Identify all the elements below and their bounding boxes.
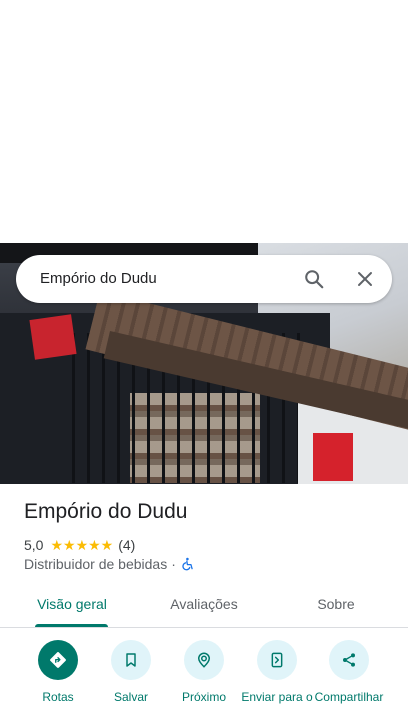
rating-row[interactable]: 5,0 ★★★★★ (4) (24, 536, 135, 554)
directions-icon (38, 640, 78, 680)
bookmark-icon (111, 640, 151, 680)
directions-button[interactable]: Rotas (21, 640, 95, 704)
send-to-phone-icon (257, 640, 297, 680)
map-area-blank (0, 0, 408, 243)
close-icon[interactable] (351, 265, 379, 293)
review-count[interactable]: (4) (118, 537, 135, 553)
tab-about[interactable]: Sobre (304, 584, 368, 628)
send-to-phone-button[interactable]: Enviar para o (240, 640, 314, 704)
directions-label: Rotas (42, 690, 74, 704)
share-icon (329, 640, 369, 680)
category-row: Distribuidor de bebidas · (24, 555, 196, 573)
place-category: Distribuidor de bebidas (24, 556, 168, 572)
save-button[interactable]: Salvar (94, 640, 168, 704)
save-label: Salvar (113, 690, 148, 704)
search-query[interactable]: Empório do Dudu (40, 255, 157, 303)
photo-red-sign (29, 314, 77, 360)
share-label: Compartilhar (314, 690, 384, 704)
wheelchair-accessible-icon (180, 556, 196, 572)
search-bar[interactable]: Empório do Dudu (16, 255, 392, 303)
nearby-icon (184, 640, 224, 680)
send-to-phone-label: Enviar para o (241, 690, 313, 704)
rating-stars: ★★★★★ (50, 536, 114, 553)
action-bar: Rotas Salvar Próximo Enviar para o Compa… (0, 640, 408, 726)
active-tab-indicator (35, 624, 108, 627)
tab-reviews[interactable]: Avaliações (158, 584, 250, 628)
tab-overview[interactable]: Visão geral (24, 584, 120, 628)
photo-red-poster (313, 433, 353, 481)
place-title: Empório do Dudu (24, 500, 188, 523)
nearby-label: Próximo (181, 690, 226, 704)
search-icon[interactable] (300, 265, 328, 293)
nearby-button[interactable]: Próximo (167, 640, 241, 704)
share-button[interactable]: Compartilhar (312, 640, 386, 704)
separator-dot: · (171, 556, 176, 572)
tab-bar: Visão geral Avaliações Sobre (0, 584, 408, 628)
rating-value: 5,0 (24, 537, 44, 553)
